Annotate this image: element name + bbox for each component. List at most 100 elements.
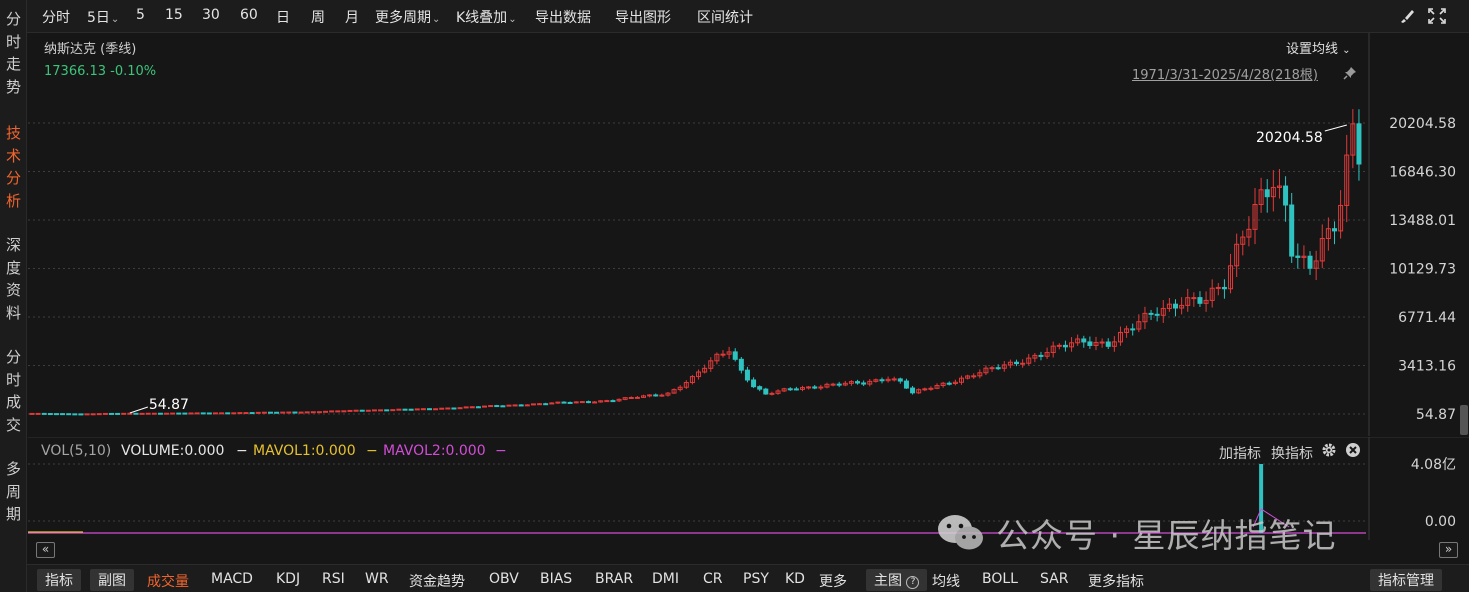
candle-body — [231, 412, 237, 415]
candle-body — [1283, 185, 1289, 206]
period-5min[interactable]: 5 — [136, 7, 145, 23]
period-month[interactable]: 月 — [345, 7, 359, 27]
candle-body — [494, 405, 500, 408]
nav-fenshi-trades[interactable]: 分时成交 — [0, 346, 27, 436]
nav-deep-data[interactable]: 深度资料 — [0, 234, 27, 324]
nav-fenshi-zoushi[interactable]: 分时走势 — [0, 8, 27, 98]
candle-body — [371, 409, 377, 412]
candle-body — [1087, 341, 1093, 346]
nav-char: 时 — [5, 32, 21, 51]
period-30min[interactable]: 30 — [202, 7, 220, 23]
candle-body — [1191, 297, 1197, 300]
candle-body — [469, 406, 475, 409]
candle-body — [280, 411, 286, 414]
max-value-label: 20204.58 — [1256, 130, 1323, 146]
candle-body — [1264, 189, 1270, 198]
wechat-icon — [938, 515, 983, 550]
chevron-down-icon: ⌄ — [508, 14, 517, 25]
export-chart-button[interactable]: 导出图形 — [615, 7, 671, 27]
indicator-manage-button[interactable]: 指标管理 — [1370, 569, 1442, 591]
sub-chart-button[interactable]: 副图 — [90, 569, 134, 591]
candle-body — [488, 405, 494, 408]
candle-body — [335, 410, 341, 413]
period-15min[interactable]: 15 — [165, 7, 183, 23]
min-value-label: 54.87 — [149, 397, 189, 413]
nav-char: 度 — [5, 258, 21, 277]
candle-body — [1014, 361, 1020, 365]
candle-body — [182, 412, 188, 415]
nav-char: 析 — [5, 191, 21, 210]
period-fenshi[interactable]: 分时 — [42, 7, 70, 27]
candlestick-chart[interactable]: 20204.58 16846.30 13488.01 10129.73 6771.44 3… — [28, 33, 1469, 436]
candle-body — [329, 410, 335, 413]
indicator-cr[interactable]: CR — [703, 571, 723, 587]
period-week[interactable]: 周 — [311, 7, 325, 27]
indicator-obv[interactable]: OBV — [489, 571, 519, 587]
candle-body — [910, 387, 916, 394]
indicator-wr[interactable]: WR — [365, 571, 389, 587]
period-60min[interactable]: 60 — [240, 7, 258, 23]
indicator-bias[interactable]: BIAS — [540, 571, 572, 587]
y-tick-label: 6771.44 — [1398, 310, 1456, 326]
kline-overlay-dropdown[interactable]: K线叠加⌄ — [456, 7, 517, 27]
candle-body — [115, 412, 121, 415]
export-data-button[interactable]: 导出数据 — [535, 7, 591, 27]
candle-body — [151, 412, 157, 415]
scroll-left-button[interactable]: « — [36, 542, 55, 558]
main-indicator-sar[interactable]: SAR — [1040, 571, 1068, 587]
indicator-dmi[interactable]: DMI — [652, 571, 679, 587]
candle-body — [267, 411, 273, 414]
y-tick-label: 3413.16 — [1398, 358, 1456, 374]
candle-body — [41, 412, 47, 415]
indicator-more[interactable]: 更多 — [819, 571, 847, 591]
candle-body — [537, 403, 543, 406]
candle-body — [133, 412, 139, 415]
indicator-kd[interactable]: KD — [785, 571, 805, 587]
brush-icon[interactable] — [1397, 6, 1419, 26]
candle-body — [35, 412, 41, 415]
candle-body — [1148, 312, 1154, 315]
candle-body — [359, 409, 365, 412]
candle-body — [604, 400, 610, 403]
more-periods-dropdown[interactable]: 更多周期⌄ — [375, 7, 440, 27]
nav-char: 期 — [5, 505, 21, 523]
candle-body — [855, 381, 861, 384]
indicator-psy[interactable]: PSY — [743, 571, 769, 587]
indicator-fund-trend[interactable]: 资金趋势 — [409, 571, 465, 591]
range-stats-button[interactable]: 区间统计 — [697, 7, 753, 27]
candle-body — [524, 404, 530, 407]
nav-multi-period[interactable]: 多周期 — [0, 458, 27, 526]
indicator-brar[interactable]: BRAR — [595, 571, 633, 587]
candle-body — [384, 409, 390, 412]
main-chart-button[interactable]: 主图 ? — [866, 569, 928, 591]
nav-char: 技 — [5, 124, 21, 142]
max-pointer — [1324, 124, 1347, 132]
period-5day[interactable]: 5日⌄ — [87, 7, 119, 27]
main-indicator-boll[interactable]: BOLL — [982, 571, 1018, 587]
indicator-rsi[interactable]: RSI — [322, 571, 345, 587]
main-indicator-more[interactable]: 更多指标 — [1088, 571, 1144, 591]
candle-body — [53, 413, 59, 416]
left-nav: 分时走势 技术分析 深度资料 分时成交 多周期 — [0, 0, 27, 592]
candle-body — [475, 406, 481, 409]
fullscreen-icon[interactable] — [1426, 6, 1448, 26]
candle-body — [610, 400, 616, 403]
scroll-right-button[interactable]: » — [1439, 542, 1458, 558]
candle-body — [647, 394, 653, 397]
indicator-kdj[interactable]: KDJ — [276, 571, 300, 587]
candle-body — [659, 394, 665, 397]
period-day[interactable]: 日 — [276, 7, 290, 27]
main-indicator-ma[interactable]: 均线 — [932, 571, 960, 591]
nav-technical-analysis[interactable]: 技术分析 — [0, 122, 27, 212]
indicator-macd[interactable]: MACD — [211, 571, 253, 587]
candle-body — [60, 413, 66, 416]
indicator-volume[interactable]: 成交量 — [147, 571, 189, 591]
candle-body — [176, 412, 182, 415]
candle-body — [219, 412, 225, 415]
candle-body — [732, 351, 738, 360]
candle-body — [102, 412, 108, 415]
candle-body — [286, 411, 292, 414]
candle-body — [751, 379, 757, 388]
help-icon: ? — [906, 576, 920, 589]
indicators-button[interactable]: 指标 — [37, 569, 81, 591]
